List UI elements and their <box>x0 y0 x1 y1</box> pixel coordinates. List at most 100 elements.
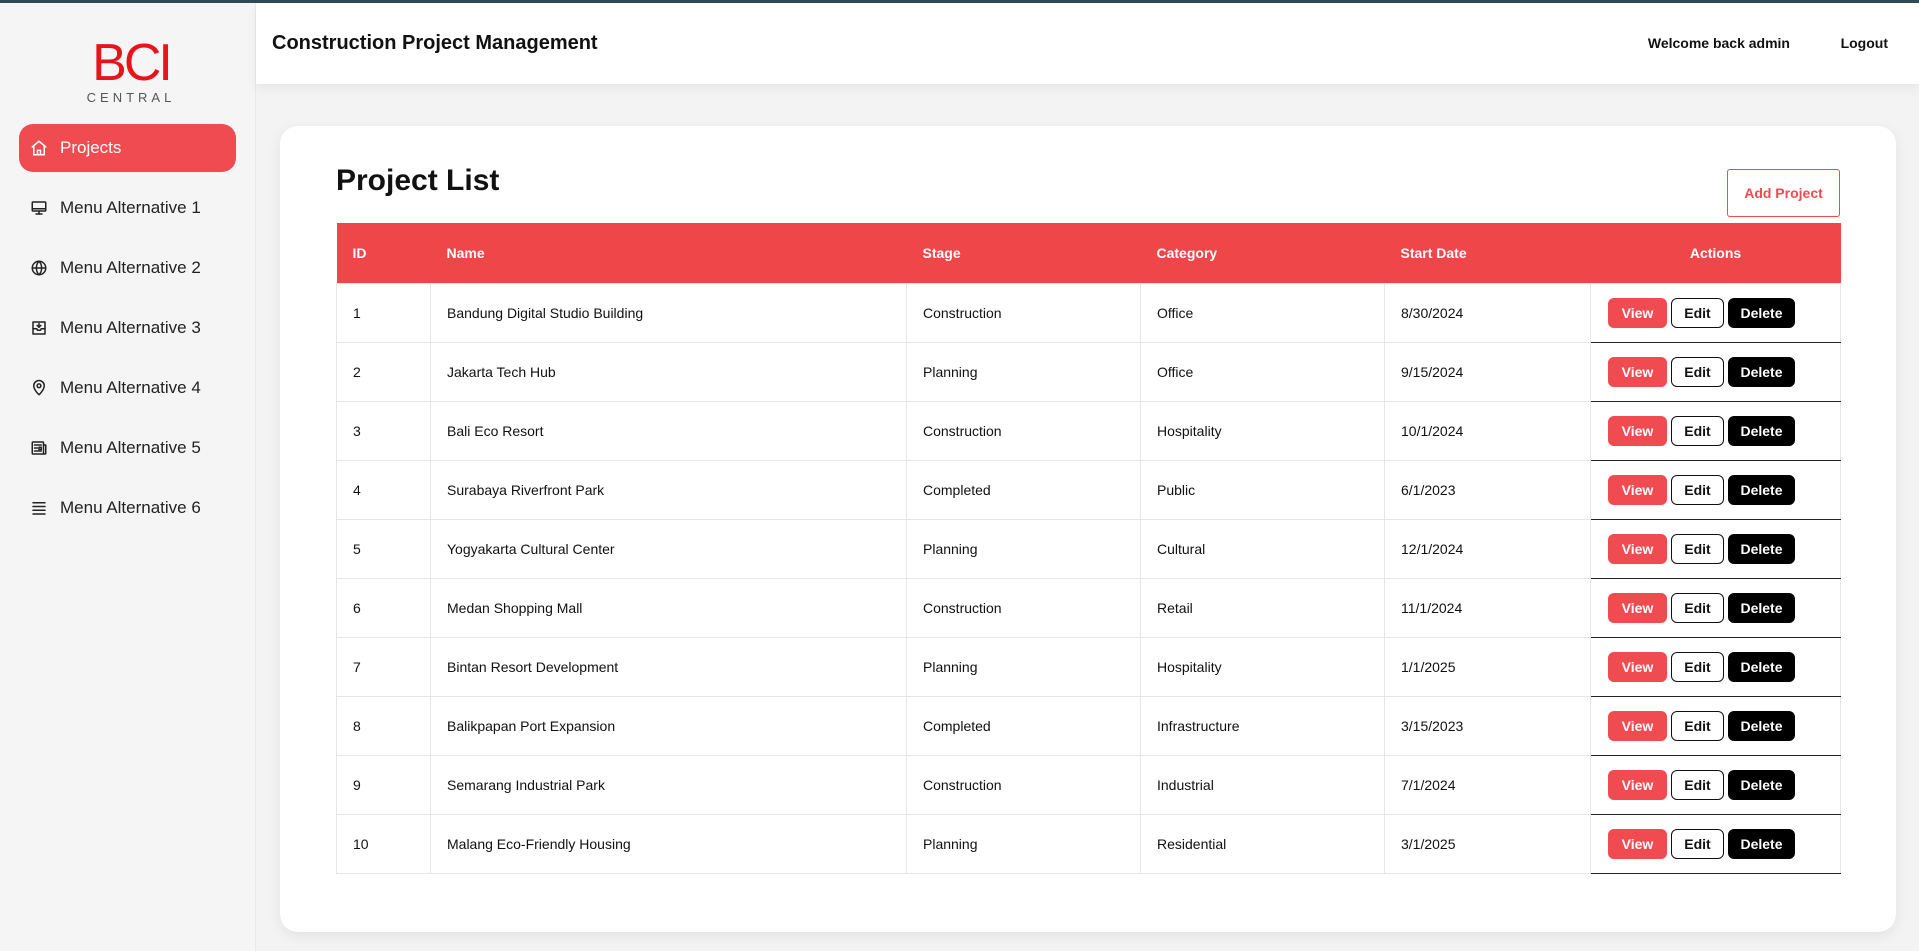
cell-name: Bintan Resort Development <box>430 636 907 697</box>
globe-icon <box>30 259 48 277</box>
column-header-start-date: Start Date <box>1400 244 1467 261</box>
sidebar-item-label: Menu Alternative 5 <box>60 438 201 457</box>
cell-category: Hospitality <box>1140 400 1385 461</box>
edit-button[interactable]: Edit <box>1671 769 1724 800</box>
cell-stage: Construction <box>906 754 1141 815</box>
cell-start-date: 11/1/2024 <box>1384 577 1591 638</box>
edit-button[interactable]: Edit <box>1671 828 1724 859</box>
sidebar-item-label: Projects <box>60 138 122 157</box>
cell-id: 1 <box>336 282 431 343</box>
sidebar-item-menu-alternative-4[interactable]: Menu Alternative 4 <box>19 364 236 412</box>
view-button[interactable]: View <box>1608 592 1667 623</box>
delete-button[interactable]: Delete <box>1728 828 1795 859</box>
edit-button[interactable]: Edit <box>1671 533 1724 564</box>
map-pin-icon <box>30 379 48 397</box>
cell-actions: View Edit Delete <box>1590 282 1841 343</box>
cell-actions: View Edit Delete <box>1590 695 1841 756</box>
cell-actions: View Edit Delete <box>1590 459 1841 520</box>
cell-stage: Completed <box>906 459 1141 520</box>
newspaper-icon <box>30 439 48 457</box>
delete-button[interactable]: Delete <box>1728 356 1795 387</box>
view-button[interactable]: View <box>1608 356 1667 387</box>
list-icon <box>30 499 48 517</box>
cell-id: 9 <box>336 754 431 815</box>
cell-id: 6 <box>336 577 431 638</box>
delete-button[interactable]: Delete <box>1728 474 1795 505</box>
home-icon <box>30 139 48 157</box>
sidebar-item-label: Menu Alternative 6 <box>60 498 201 517</box>
sidebar-item-menu-alternative-5[interactable]: Menu Alternative 5 <box>19 424 236 472</box>
cell-start-date: 9/15/2024 <box>1384 341 1591 402</box>
sidebar-item-menu-alternative-6[interactable]: Menu Alternative 6 <box>19 484 236 532</box>
inbox-icon <box>30 319 48 337</box>
view-button[interactable]: View <box>1608 533 1667 564</box>
cell-category: Infrastructure <box>1140 695 1385 756</box>
cell-start-date: 7/1/2024 <box>1384 754 1591 815</box>
delete-button[interactable]: Delete <box>1728 769 1795 800</box>
logo: BCI CENTRAL <box>86 37 176 106</box>
cell-name: Surabaya Riverfront Park <box>430 459 907 520</box>
view-button[interactable]: View <box>1608 828 1667 859</box>
view-button[interactable]: View <box>1608 651 1667 682</box>
delete-button[interactable]: Delete <box>1728 710 1795 741</box>
cell-id: 4 <box>336 459 431 520</box>
table-header-row: ID Name Stage Category Start Date Action… <box>336 223 1841 283</box>
cell-id: 8 <box>336 695 431 756</box>
sidebar-item-projects[interactable]: Projects <box>19 124 236 172</box>
delete-button[interactable]: Delete <box>1728 592 1795 623</box>
view-button[interactable]: View <box>1608 415 1667 446</box>
view-button[interactable]: View <box>1608 710 1667 741</box>
cell-name: Semarang Industrial Park <box>430 754 907 815</box>
table-row: 7 Bintan Resort Development Planning Hospit… <box>336 636 1841 697</box>
cell-name: Jakarta Tech Hub <box>430 341 907 402</box>
cell-start-date: 8/30/2024 <box>1384 282 1591 343</box>
sidebar-item-menu-alternative-2[interactable]: Menu Alternative 2 <box>19 244 236 292</box>
cell-stage: Construction <box>906 282 1141 343</box>
cell-id: 3 <box>336 400 431 461</box>
table-row: 2 Jakarta Tech Hub Planning Office 9/15/2024… <box>336 341 1841 402</box>
edit-button[interactable]: Edit <box>1671 297 1724 328</box>
view-button[interactable]: View <box>1608 297 1667 328</box>
edit-button[interactable]: Edit <box>1671 710 1724 741</box>
cell-actions: View Edit Delete <box>1590 577 1841 638</box>
delete-button[interactable]: Delete <box>1728 651 1795 682</box>
project-list-card: Project List Add Project ID Name Stage C… <box>280 126 1896 932</box>
column-header-actions: Actions <box>1689 244 1742 261</box>
edit-button[interactable]: Edit <box>1671 415 1724 446</box>
top-header: Construction Project Management Welcome … <box>256 3 1919 84</box>
add-project-button[interactable]: Add Project <box>1727 169 1840 217</box>
edit-button[interactable]: Edit <box>1671 356 1724 387</box>
delete-button[interactable]: Delete <box>1728 533 1795 564</box>
cell-stage: Planning <box>906 813 1141 874</box>
view-button[interactable]: View <box>1608 474 1667 505</box>
page-title: Project List <box>336 164 500 197</box>
table-row: 5 Yogyakarta Cultural Center Planning Cultu… <box>336 518 1841 579</box>
cell-start-date: 6/1/2023 <box>1384 459 1591 520</box>
logout-link[interactable]: Logout <box>1841 35 1888 51</box>
sidebar-item-label: Menu Alternative 1 <box>60 198 201 217</box>
sidebar-item-menu-alternative-3[interactable]: Menu Alternative 3 <box>19 304 236 352</box>
welcome-text: Welcome back admin <box>1647 35 1790 51</box>
cell-stage: Planning <box>906 636 1141 697</box>
edit-button[interactable]: Edit <box>1671 474 1724 505</box>
cell-stage: Planning <box>906 341 1141 402</box>
cell-name: Bali Eco Resort <box>430 400 907 461</box>
app-title: Construction Project Management <box>272 32 598 54</box>
project-table-body: 1 Bandung Digital Studio Building Construc… <box>336 282 1841 874</box>
cell-actions: View Edit Delete <box>1590 754 1841 815</box>
sidebar-item-menu-alternative-1[interactable]: Menu Alternative 1 <box>19 184 236 232</box>
delete-button[interactable]: Delete <box>1728 297 1795 328</box>
edit-button[interactable]: Edit <box>1671 651 1724 682</box>
cell-category: Hospitality <box>1140 636 1385 697</box>
cell-actions: View Edit Delete <box>1590 400 1841 461</box>
edit-button[interactable]: Edit <box>1671 592 1724 623</box>
column-header-id: ID <box>352 244 367 261</box>
cell-start-date: 10/1/2024 <box>1384 400 1591 461</box>
cell-category: Residential <box>1140 813 1385 874</box>
project-table: ID Name Stage Category Start Date Action… <box>336 223 1841 874</box>
cell-stage: Planning <box>906 518 1141 579</box>
delete-button[interactable]: Delete <box>1728 415 1795 446</box>
sidebar-item-label: Menu Alternative 4 <box>60 378 201 397</box>
view-button[interactable]: View <box>1608 769 1667 800</box>
cell-category: Cultural <box>1140 518 1385 579</box>
